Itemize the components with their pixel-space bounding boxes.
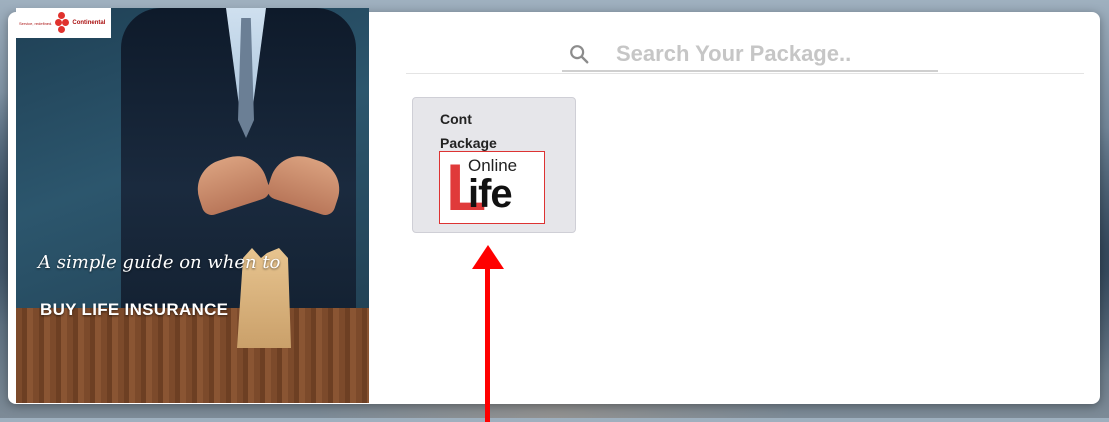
logo-flower-icon [55, 12, 70, 34]
search-icon[interactable] [568, 43, 590, 65]
promo-headline: A simple guide on when to [38, 252, 281, 273]
online-life-logo: L Online ife [439, 151, 545, 224]
search-bar [562, 38, 938, 72]
company-logo: Service, redefined. Continental [16, 8, 111, 38]
search-input[interactable] [614, 40, 918, 68]
logo-tagline: Service, redefined. [19, 20, 53, 26]
package-content: Cont Package L Online ife [384, 12, 1100, 404]
logo-name: Continental [72, 20, 106, 26]
promo-banner: Service, redefined. Continental A simple… [16, 8, 369, 403]
package-card[interactable]: Cont Package L Online ife [412, 97, 576, 233]
logo-ife-text: ife [468, 172, 513, 216]
package-title-line1: Cont [440, 111, 472, 127]
promo-subheadline: BUY LIFE INSURANCE [40, 300, 229, 319]
divider [406, 73, 1084, 74]
red-arrow-shaft [485, 262, 490, 422]
package-title: Cont Package [440, 107, 497, 155]
wooden-table [16, 308, 369, 403]
